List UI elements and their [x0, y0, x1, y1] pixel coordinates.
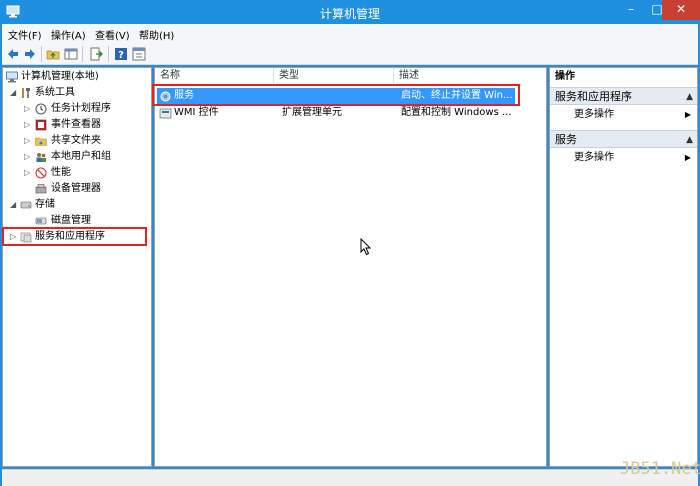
tree-label: 性能	[51, 167, 71, 178]
tree-label: 共享文件夹	[51, 135, 101, 146]
tree-label: 设备管理器	[51, 183, 101, 194]
actions-pane: 操作 服务和应用程序 ▲ 更多操作 ▶ 服务 ▲ 更多操作 ▶	[549, 67, 698, 467]
actions-section-services[interactable]: 服务 ▲	[550, 130, 697, 148]
submenu-arrow-icon: ▶	[684, 110, 691, 119]
clock-icon	[35, 103, 47, 115]
expand-arrow-icon[interactable]: ▷	[24, 165, 32, 181]
action-more-actions[interactable]: 更多操作 ▶	[550, 150, 697, 166]
forward-icon[interactable]	[23, 47, 37, 61]
actions-header: 操作	[550, 69, 697, 85]
computer-management-window: 计算机管理 – □ ✕ 文件(F) 操作(A) 查看(V) 帮助(H) ? 计算…	[0, 0, 700, 486]
tree-label: 本地用户和组	[51, 151, 111, 162]
menu-action[interactable]: 操作(A)	[51, 27, 86, 42]
close-button[interactable]: ✕	[662, 0, 700, 20]
performance-icon	[35, 167, 47, 179]
collapse-up-icon[interactable]: ▲	[686, 88, 693, 106]
export-icon[interactable]	[89, 47, 103, 61]
navigation-tree-pane: 计算机管理(本地) ◢ 系统工具 ▷ 任务计划程序 ▷ 事件查看器 ▷ 共享文件…	[2, 67, 152, 467]
row-type: 扩展管理单元	[282, 107, 342, 118]
row-name: WMI 控件	[174, 107, 219, 118]
collapse-arrow-icon[interactable]: ◢	[10, 85, 18, 101]
tree-label: 系统工具	[35, 87, 75, 98]
tree-label: 存储	[35, 199, 55, 210]
disk-management-icon	[35, 217, 47, 225]
highlight-box-services-apps	[2, 227, 147, 246]
column-header-description[interactable]: 描述	[394, 68, 547, 83]
back-icon[interactable]	[6, 47, 20, 61]
collapse-up-icon[interactable]: ▲	[686, 131, 693, 149]
expand-arrow-icon[interactable]: ▷	[24, 117, 32, 133]
window-title: 计算机管理	[319, 7, 380, 21]
row-description: 配置和控制 Windows ...	[401, 107, 512, 118]
toolbar: ?	[2, 43, 698, 65]
action-label: 更多操作	[574, 152, 614, 163]
mouse-cursor-icon	[360, 238, 372, 256]
actions-section-services-apps[interactable]: 服务和应用程序 ▲	[550, 87, 697, 105]
tree-label: 任务计划程序	[51, 103, 111, 114]
title-bar: 计算机管理 – □ ✕	[0, 0, 700, 24]
submenu-arrow-icon: ▶	[684, 153, 691, 162]
expand-arrow-icon[interactable]: ▷	[24, 101, 32, 117]
event-viewer-icon	[35, 119, 47, 131]
watermark: JB51.Net	[620, 459, 700, 479]
device-manager-icon	[35, 184, 47, 194]
properties-icon[interactable]	[132, 47, 146, 61]
shared-folder-icon	[35, 137, 47, 146]
column-header-name[interactable]: 名称	[155, 68, 274, 83]
minimize-button[interactable]: –	[618, 0, 644, 20]
users-icon	[36, 153, 46, 162]
svg-text:?: ?	[118, 50, 124, 61]
up-folder-icon[interactable]	[46, 47, 60, 61]
expand-arrow-icon[interactable]: ▷	[24, 149, 32, 165]
help-icon[interactable]: ?	[114, 47, 128, 61]
toolbar-separator	[82, 46, 83, 62]
computer-management-icon	[6, 71, 18, 83]
list-row-wmi-control[interactable]: WMI 控件 扩展管理单元 配置和控制 Windows ...	[157, 105, 515, 121]
action-more-actions[interactable]: 更多操作 ▶	[550, 107, 697, 123]
menu-view[interactable]: 查看(V)	[95, 27, 130, 42]
toolbar-separator	[108, 46, 109, 62]
menu-bar: 文件(F) 操作(A) 查看(V) 帮助(H)	[2, 24, 698, 43]
highlight-box-services-row	[152, 84, 520, 106]
menu-file[interactable]: 文件(F)	[8, 27, 42, 42]
status-bar	[2, 469, 698, 486]
details-list-pane: 名称 类型 描述 服务 启动、终止并设置 Win... WMI 控件 扩展管理单…	[154, 67, 547, 467]
tree-label: 事件查看器	[51, 119, 101, 130]
tools-icon	[22, 88, 30, 98]
tree-label: 计算机管理(本地)	[21, 71, 99, 82]
action-label: 更多操作	[574, 109, 614, 120]
expand-arrow-icon[interactable]: ▷	[24, 133, 32, 149]
section-label: 服务和应用程序	[555, 90, 632, 103]
wmi-control-icon	[159, 108, 172, 119]
column-header-type[interactable]: 类型	[274, 68, 394, 83]
storage-icon	[20, 201, 32, 209]
show-hide-tree-icon[interactable]	[64, 47, 78, 61]
toolbar-separator	[41, 46, 42, 62]
section-label: 服务	[555, 133, 577, 146]
collapse-arrow-icon[interactable]: ◢	[10, 197, 18, 213]
menu-help[interactable]: 帮助(H)	[139, 27, 174, 42]
